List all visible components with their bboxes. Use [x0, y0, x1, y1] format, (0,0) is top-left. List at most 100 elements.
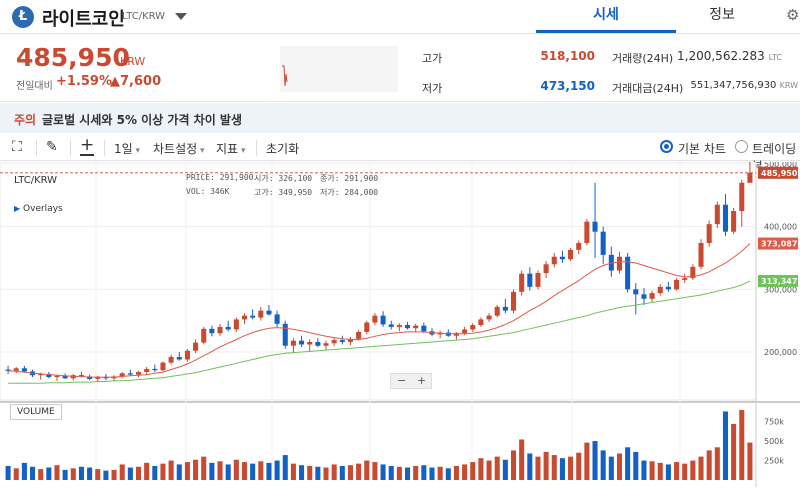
zoom-control: − +	[390, 373, 432, 389]
volume-bar	[625, 447, 631, 480]
volume-bar	[62, 469, 68, 480]
volume-bar	[323, 467, 329, 480]
ohlc-open: 시가: 326,100	[254, 174, 313, 183]
candle-body	[568, 249, 574, 260]
pencil-icon[interactable]: ✎	[46, 139, 58, 155]
candle-body	[364, 322, 370, 332]
chart-canvas[interactable]: 200,000300,000400,000500,000485,950373,0…	[0, 152, 800, 487]
volume-bar	[331, 464, 337, 480]
volume-bar	[616, 453, 623, 480]
volume-bar	[144, 462, 150, 480]
candle-body	[299, 340, 305, 345]
volume-bar	[135, 466, 142, 480]
overlays-toggle[interactable]: ▶ Overlays	[14, 204, 63, 214]
ohlc-close: 종가: 291,900	[320, 174, 379, 183]
candle-body	[54, 375, 60, 378]
basic-chart-label[interactable]: 기본 차트	[678, 140, 726, 157]
volume-bar	[347, 465, 353, 480]
volume-bar	[380, 464, 386, 480]
zoom-out-button[interactable]: −	[397, 374, 406, 387]
candlestick-chart[interactable]: 200,000 300,000 400,000 500,000 485,950 373,0…	[0, 152, 800, 487]
indicators-menu[interactable]: 지표 ▾	[216, 140, 245, 157]
gear-icon[interactable]: ⚙	[786, 6, 799, 24]
volume-bar	[87, 467, 93, 480]
current-price-marker: 485,950	[761, 169, 798, 178]
ohlc-volume: VOL: 346K	[186, 187, 230, 196]
volume-bar	[21, 462, 27, 480]
volume-bar	[176, 464, 182, 480]
chart-settings-menu[interactable]: 차트설정 ▾	[153, 140, 205, 157]
change-label: 전일대비	[16, 81, 53, 92]
candle-body	[559, 256, 565, 260]
volume-bar	[510, 450, 517, 480]
volume-bar	[633, 451, 639, 480]
volume-bar	[201, 456, 207, 480]
volume-bar	[5, 465, 11, 480]
volume-bar	[551, 455, 557, 480]
ma-short-marker: 373,087	[761, 240, 797, 249]
volume-bar	[478, 458, 484, 480]
volume-bar	[641, 460, 647, 480]
period-select[interactable]: 1일 ▾	[114, 140, 140, 157]
volume-bar	[682, 463, 688, 480]
candle-body	[396, 325, 402, 327]
mini-chart-line	[282, 65, 288, 87]
candle-body	[462, 329, 468, 334]
coin-name[interactable]: 라이트코인	[42, 5, 125, 31]
volume-tick-label: 750k	[764, 418, 784, 427]
volume-bar	[356, 463, 362, 480]
candle-body	[217, 326, 223, 334]
volume-bar	[706, 450, 712, 480]
candle-body	[290, 340, 296, 346]
candle-body	[356, 331, 362, 339]
candle-body	[13, 368, 19, 371]
volume-bar	[698, 456, 704, 480]
volume-bar	[372, 462, 378, 480]
candle-body	[657, 286, 663, 294]
volume-bar	[722, 411, 728, 480]
volume-bar	[282, 455, 288, 480]
tab-info[interactable]: 정보	[652, 0, 792, 33]
candle-body	[649, 293, 655, 299]
volume-bar	[364, 460, 370, 480]
high-value: 518,100	[540, 49, 595, 63]
chevron-down-icon[interactable]	[175, 13, 187, 20]
volume-bar	[233, 459, 239, 480]
candle-body	[551, 256, 557, 265]
zoom-in-button[interactable]: +	[417, 374, 426, 387]
volume-bar	[290, 463, 296, 480]
candle-body	[543, 264, 549, 274]
volume-pane-label: VOLUME	[10, 404, 62, 420]
candle-body	[714, 204, 720, 225]
reset-button[interactable]: 초기화	[266, 140, 299, 157]
candle-body	[519, 273, 525, 292]
volume-bar	[437, 466, 443, 480]
y-tick-label: 200,000	[764, 348, 797, 357]
volume-bar	[494, 456, 500, 480]
candle-body	[682, 278, 688, 280]
volume-bar	[54, 465, 60, 480]
volume-bar	[111, 469, 117, 480]
candle-body	[739, 182, 745, 211]
candle-body	[510, 291, 517, 311]
volume-bar	[184, 462, 190, 480]
mini-chart	[280, 46, 398, 92]
volume-bar	[600, 450, 606, 480]
candle-body	[193, 342, 199, 351]
candle-body	[633, 289, 639, 295]
tradingview-radio[interactable]	[735, 140, 748, 153]
candle-body	[478, 319, 484, 326]
volume-bar	[266, 462, 272, 480]
crosshair-icon[interactable]: +	[80, 136, 94, 156]
fullscreen-icon[interactable]: ⛶	[12, 139, 22, 155]
toolbar-divider	[256, 140, 257, 156]
volume-bar	[649, 461, 655, 480]
volume-bar	[388, 465, 394, 480]
volume-bar	[405, 467, 411, 480]
volume-bar	[592, 441, 598, 480]
volume-bar	[396, 466, 402, 480]
basic-chart-radio[interactable]	[660, 140, 673, 153]
candle-body	[331, 340, 337, 344]
candle-body	[233, 319, 239, 330]
candle-body	[584, 221, 590, 243]
